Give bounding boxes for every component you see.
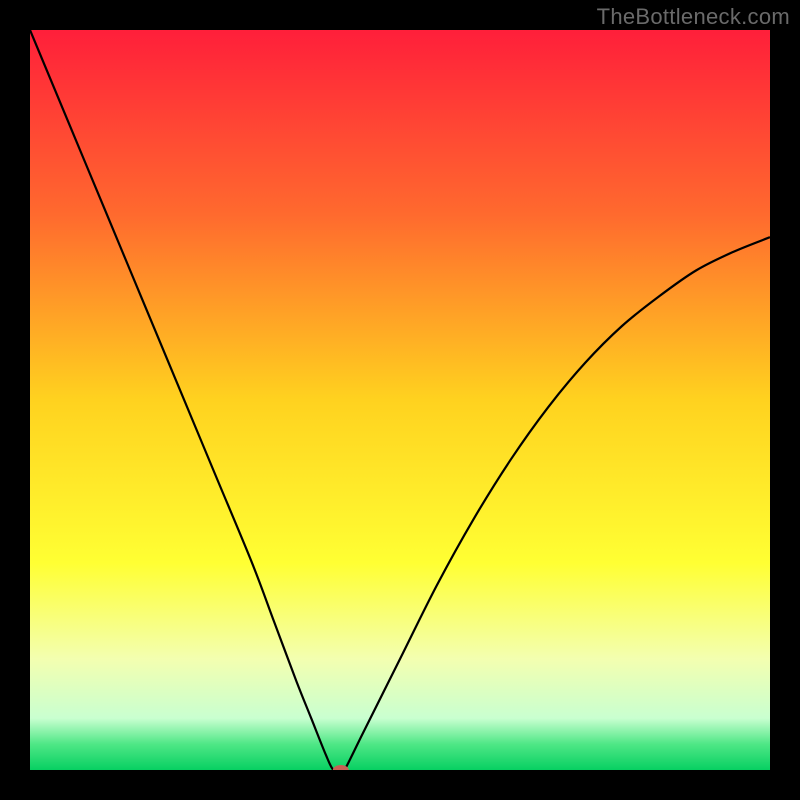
chart-svg (30, 30, 770, 770)
watermark-text: TheBottleneck.com (597, 4, 790, 30)
chart-stage: TheBottleneck.com (0, 0, 800, 800)
